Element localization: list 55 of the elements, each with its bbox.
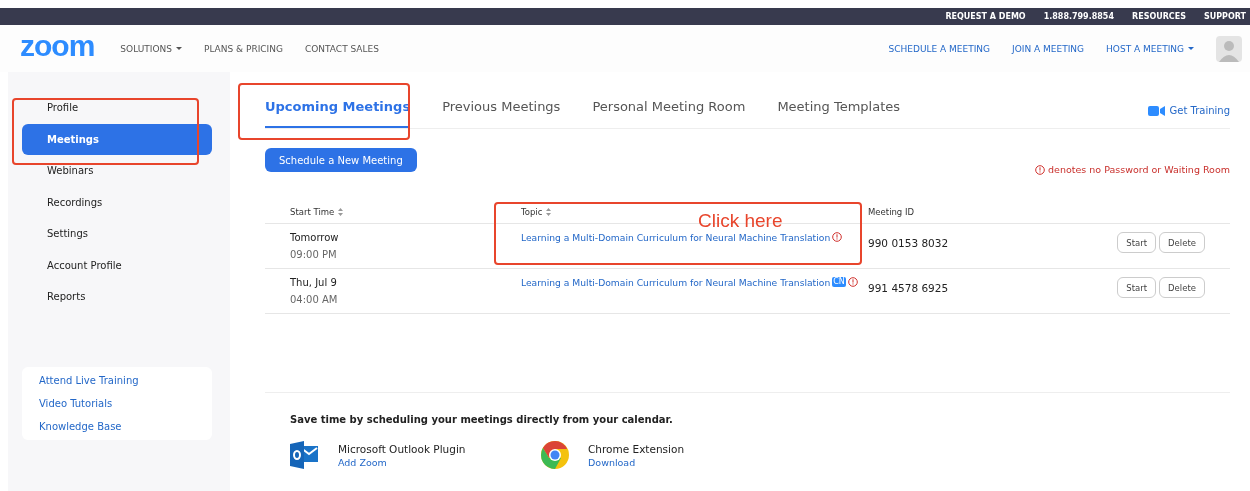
video-camera-icon xyxy=(1147,105,1165,116)
calendar-heading: Save time by scheduling your meetings directly from your calendar. xyxy=(290,414,674,425)
nav-link[interactable]: SOLUTIONS xyxy=(120,43,182,54)
schedule-meeting-button[interactable]: Schedule a New Meeting xyxy=(265,148,417,172)
sidebar-item[interactable]: Reports xyxy=(22,281,212,313)
warning-icon xyxy=(847,277,858,287)
warning-icon xyxy=(832,232,843,242)
top-link[interactable]: REQUEST A DEMO xyxy=(945,12,1026,21)
meeting-topic-link[interactable]: Learning a Multi-Domain Curriculum for Neural Machine Translation xyxy=(521,232,831,243)
nav-link[interactable]: PLANS & PRICING xyxy=(203,43,283,54)
help-link[interactable]: Attend Live Training xyxy=(39,374,212,386)
action-button[interactable]: Delete xyxy=(1159,277,1205,298)
avatar-icon[interactable] xyxy=(1216,35,1242,62)
get-training-link[interactable]: Get Training xyxy=(1147,105,1230,116)
plugin-link[interactable]: Add Zoom xyxy=(338,456,466,468)
column-header[interactable]: Start Time xyxy=(265,207,521,217)
nav-link[interactable]: SCHEDULE A MEETING xyxy=(888,43,991,54)
chrome-icon xyxy=(540,440,570,470)
meeting-id: 990 0153 8032 xyxy=(868,237,949,249)
help-link[interactable]: Video Tutorials xyxy=(39,397,212,409)
action-button[interactable]: Start xyxy=(1117,277,1157,298)
sidebar-item[interactable]: Recordings xyxy=(22,186,212,218)
nav-link[interactable]: CONTACT SALES xyxy=(304,43,379,54)
tab[interactable]: Previous Meetings xyxy=(442,99,561,128)
sidebar-item[interactable]: Profile xyxy=(22,92,212,124)
tab[interactable]: Meeting Templates xyxy=(777,99,900,128)
plugin-name: Microsoft Outlook Plugin xyxy=(338,442,466,455)
meeting-time: 04:00 AM xyxy=(290,294,339,305)
annotation-label: Click here xyxy=(698,210,783,232)
meeting-day: Tomorrow xyxy=(290,232,521,243)
outlook-icon xyxy=(290,440,320,470)
language-badge: CN xyxy=(832,277,846,287)
meeting-time: 09:00 PM xyxy=(290,249,338,260)
warning-icon xyxy=(1035,164,1046,175)
meeting-id: 991 4578 6925 xyxy=(868,282,949,294)
nav-link[interactable]: JOIN A MEETING xyxy=(1012,43,1085,54)
sidebar-item[interactable]: Meetings xyxy=(22,123,212,155)
plugin-link[interactable]: Download xyxy=(588,456,685,468)
top-link[interactable]: 1.888.799.8854 xyxy=(1043,12,1114,21)
nav-link[interactable]: HOST A MEETING xyxy=(1106,43,1194,54)
sidebar-item[interactable]: Account Profile xyxy=(22,249,212,281)
help-link[interactable]: Knowledge Base xyxy=(39,420,212,432)
top-link[interactable]: SUPPORT xyxy=(1203,12,1246,21)
legend-text: denotes no Password or Waiting Room xyxy=(1048,164,1230,175)
meeting-topic-link[interactable]: Learning a Multi-Domain Curriculum for Neural Machine Translation xyxy=(521,277,831,288)
column-header: Meeting ID xyxy=(868,207,916,217)
sidebar-item[interactable]: Webinars xyxy=(22,155,212,187)
top-link[interactable]: RESOURCES xyxy=(1132,12,1186,21)
plugin-name: Chrome Extension xyxy=(588,442,685,455)
meeting-day: Thu, Jul 9 xyxy=(290,277,521,288)
tab[interactable]: Personal Meeting Room xyxy=(592,99,746,128)
tab[interactable]: Upcoming Meetings xyxy=(265,99,411,128)
action-button[interactable]: Start xyxy=(1117,232,1157,253)
action-button[interactable]: Delete xyxy=(1159,232,1205,253)
sidebar-item[interactable]: Settings xyxy=(22,218,212,250)
